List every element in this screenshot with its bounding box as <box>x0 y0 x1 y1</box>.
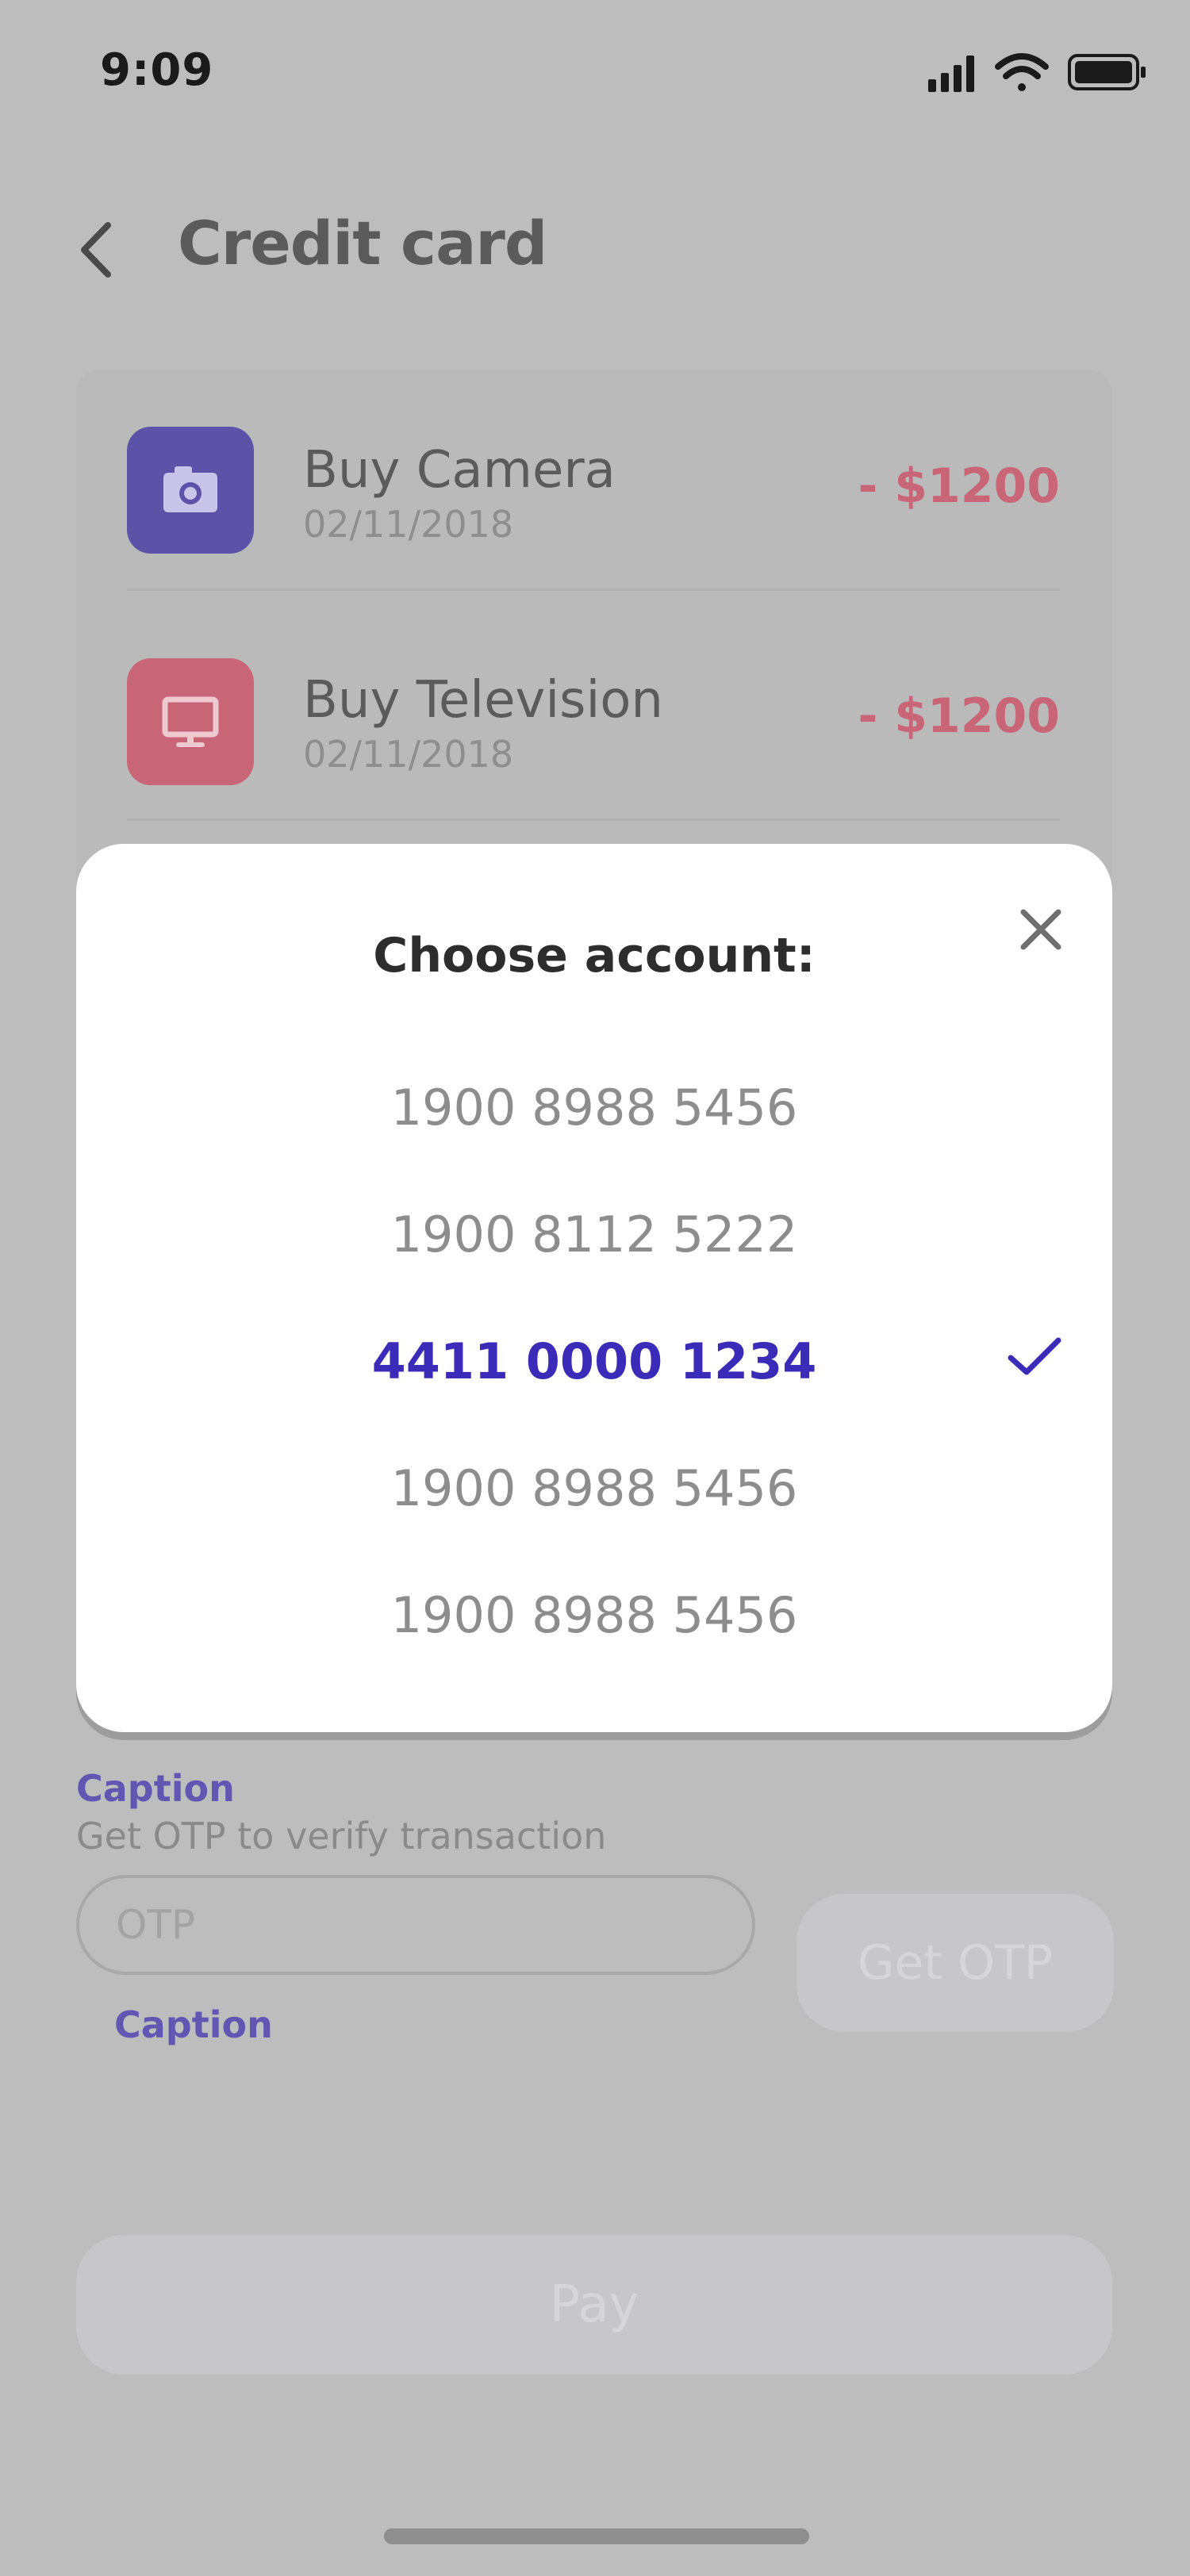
account-option-selected[interactable]: 4411 0000 1234 <box>76 1332 1112 1390</box>
caption-label: Caption <box>114 2003 273 2046</box>
tv-icon <box>162 696 219 747</box>
transaction-date: 02/11/2018 <box>303 503 514 546</box>
check-icon <box>1006 1334 1063 1378</box>
otp-placeholder: OTP <box>116 1902 196 1948</box>
transaction-title: Buy Camera <box>303 441 616 500</box>
tv-icon-tile <box>127 658 254 785</box>
transaction-amount: - $1200 <box>858 688 1060 744</box>
account-option[interactable]: 1900 8112 5222 <box>76 1206 1112 1263</box>
otp-input[interactable]: OTP <box>76 1875 755 1975</box>
back-button[interactable] <box>73 214 121 286</box>
caption-label: Caption <box>76 1767 235 1810</box>
status-icons <box>928 49 1150 100</box>
transaction-row[interactable]: Buy Television 02/11/2018 - $1200 <box>76 600 1112 830</box>
choose-account-modal: Choose account: 1900 8988 5456 1900 8112… <box>76 844 1112 1732</box>
modal-title: Choose account: <box>373 928 816 983</box>
account-option[interactable]: 1900 8988 5456 <box>76 1459 1112 1517</box>
close-button[interactable] <box>1012 901 1069 958</box>
transaction-date: 02/11/2018 <box>303 733 514 776</box>
divider <box>127 818 1060 821</box>
account-option[interactable]: 1900 8988 5456 <box>76 1586 1112 1644</box>
transaction-row[interactable]: Buy Camera 02/11/2018 - $1200 <box>76 370 1112 600</box>
close-icon <box>1020 909 1061 950</box>
signal-icon <box>928 56 974 92</box>
chevron-left-icon <box>81 222 111 278</box>
status-time: 9:09 <box>100 44 214 96</box>
divider <box>127 588 1060 591</box>
camera-icon-tile <box>127 427 254 554</box>
wifi-icon <box>995 53 1049 91</box>
battery-icon <box>1068 54 1146 90</box>
camera-icon <box>163 466 217 512</box>
page-title: Credit card <box>178 208 547 278</box>
account-option[interactable]: 1900 8988 5456 <box>76 1079 1112 1137</box>
transaction-title: Buy Television <box>303 671 663 730</box>
pay-button[interactable]: Pay <box>76 2235 1112 2375</box>
otp-helper-text: Get OTP to verify transaction <box>76 1815 607 1857</box>
home-indicator[interactable] <box>384 2528 809 2544</box>
transaction-amount: - $1200 <box>858 458 1060 514</box>
get-otp-button[interactable]: Get OTP <box>797 1894 1114 2032</box>
